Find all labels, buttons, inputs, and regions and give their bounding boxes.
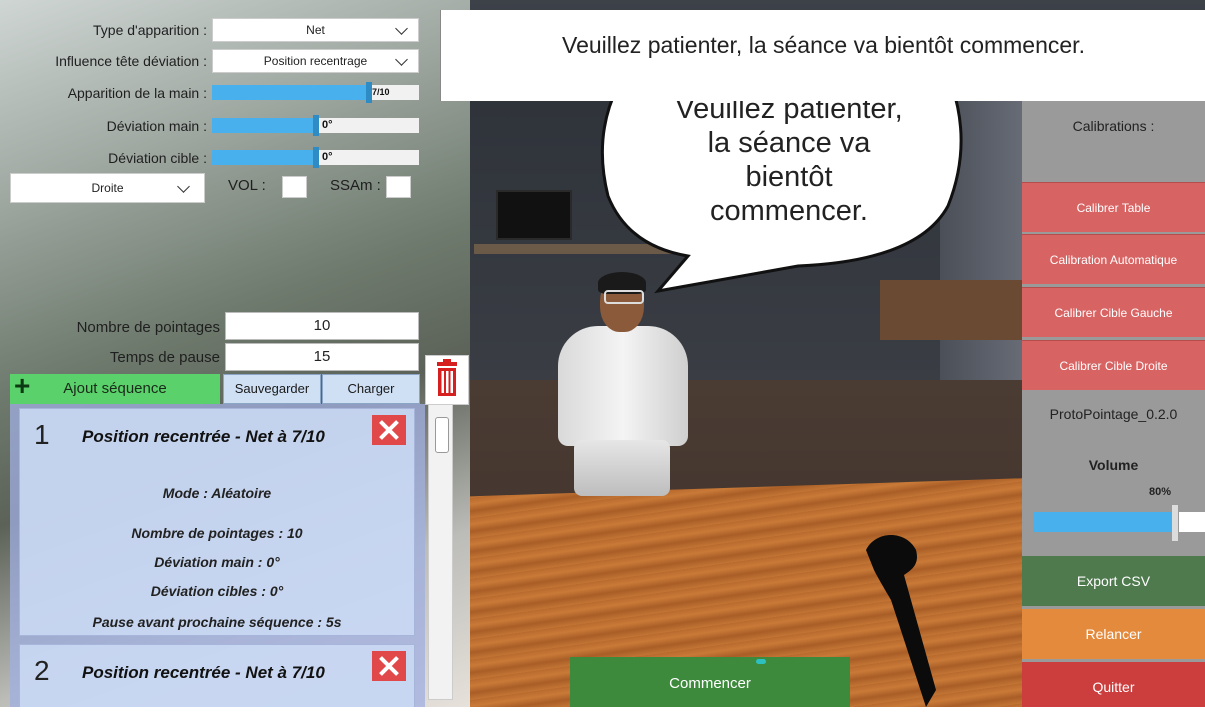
vol-label: VOL : xyxy=(228,177,266,194)
apparition-main-slider[interactable]: 7/10 xyxy=(212,82,419,103)
type-apparition-value: Net xyxy=(306,23,325,37)
vol-input[interactable] xyxy=(282,176,307,198)
plus-icon: + xyxy=(14,370,31,401)
sequence-list[interactable]: 1 Position recentrée - Net à 7/10 Mode :… xyxy=(10,404,425,707)
type-apparition-label: Type d'apparition : xyxy=(93,22,207,38)
avatar-patient xyxy=(548,270,698,500)
slider-fill xyxy=(212,118,313,133)
sequence-mode: Mode : Aléatoire xyxy=(162,485,272,501)
chevron-down-icon xyxy=(177,180,190,193)
sequence-number: 2 xyxy=(34,655,50,686)
nb-pointages-input[interactable]: 10 xyxy=(225,312,419,340)
nb-pointages-label: Nombre de pointages xyxy=(76,319,220,336)
side-value: Droite xyxy=(91,181,124,195)
save-button[interactable]: Sauvegarder xyxy=(223,374,321,404)
slider-fill xyxy=(1033,512,1171,532)
calibrations-label: Calibrations : xyxy=(1072,118,1155,134)
monitor xyxy=(496,190,572,240)
slider-fill xyxy=(212,85,366,100)
sequence-title: Position recentrée - Net à 7/10 xyxy=(82,663,325,682)
volume-slider[interactable] xyxy=(1033,504,1205,542)
start-button[interactable]: Commencer xyxy=(570,657,850,707)
speech-bubble: Veuillez patienter, la séance va bientôt… xyxy=(598,86,972,294)
load-button[interactable]: Charger xyxy=(322,374,420,404)
apparition-main-label: Apparition de la main : xyxy=(67,85,207,101)
calibrer-cible-gauche-button[interactable]: Calibrer Cible Gauche xyxy=(1022,287,1205,337)
deviation-cible-slider[interactable]: 0° xyxy=(212,147,419,168)
chevron-down-icon xyxy=(395,22,408,35)
deviation-main-value: 0° xyxy=(322,119,333,131)
sequence-nb-pointages: Nombre de pointages : 10 xyxy=(131,525,303,541)
calibration-automatique-button[interactable]: Calibration Automatique xyxy=(1022,234,1205,284)
deviation-main-slider[interactable]: 0° xyxy=(212,115,419,136)
calibrer-table-button[interactable]: Calibrer Table xyxy=(1022,182,1205,232)
quitter-button[interactable]: Quitter xyxy=(1022,662,1205,707)
volume-label: Volume xyxy=(1088,457,1139,473)
sequence-pause: Pause avant prochaine séquence : 5s xyxy=(92,614,342,630)
sequence-number: 1 xyxy=(34,419,50,450)
sequence-card[interactable]: 1 Position recentrée - Net à 7/10 Mode :… xyxy=(19,408,415,636)
sequence-title: Position recentrée - Net à 7/10 xyxy=(82,427,325,446)
status-banner: Veuillez patienter, la séance va bientôt… xyxy=(440,10,1205,101)
indicator-dot xyxy=(756,659,766,664)
delete-sequence-button[interactable] xyxy=(372,651,406,681)
slider-handle[interactable] xyxy=(313,147,319,168)
type-apparition-dropdown[interactable]: Net xyxy=(212,18,419,42)
version-label: ProtoPointage_0.2.0 xyxy=(1049,406,1178,422)
banner-message: Veuillez patienter, la séance va bientôt… xyxy=(562,32,1085,58)
slider-handle[interactable] xyxy=(313,115,319,136)
add-sequence-button[interactable]: + Ajout séquence xyxy=(10,370,220,404)
influence-dropdown[interactable]: Position recentrage xyxy=(212,49,419,73)
slider-fill xyxy=(212,150,313,165)
volume-value: 80% xyxy=(1148,486,1172,498)
bubble-line-2: la séance va xyxy=(707,127,871,159)
add-sequence-label: Ajout séquence xyxy=(63,380,167,397)
side-dropdown[interactable]: Droite xyxy=(10,173,205,203)
deviation-main-label: Déviation main : xyxy=(106,118,207,134)
apparition-main-value: 7/10 xyxy=(372,87,390,97)
slider-handle[interactable] xyxy=(1171,504,1179,542)
virtual-hand xyxy=(866,535,936,707)
sequence-card[interactable]: 2 Position recentrée - Net à 7/10 xyxy=(19,644,415,707)
influence-value: Position recentrage xyxy=(263,54,368,68)
delete-sequence-button[interactable] xyxy=(372,415,406,445)
relancer-button[interactable]: Relancer xyxy=(1022,609,1205,659)
temps-pause-label: Temps de pause xyxy=(109,349,220,366)
chevron-down-icon xyxy=(395,53,408,66)
bubble-line-4: commencer. xyxy=(710,195,868,227)
scrollbar-thumb[interactable] xyxy=(435,417,449,453)
deviation-cible-value: 0° xyxy=(322,151,333,163)
export-csv-button[interactable]: Export CSV xyxy=(1022,556,1205,606)
sequence-deviation-main: Déviation main : 0° xyxy=(154,554,280,570)
trash-icon xyxy=(437,359,457,396)
delete-all-button[interactable] xyxy=(425,355,469,405)
influence-label: Influence tête déviation : xyxy=(55,53,207,69)
ssam-input[interactable] xyxy=(386,176,411,198)
start-button-label: Commencer xyxy=(669,675,751,692)
calibrer-cible-droite-button[interactable]: Calibrer Cible Droite xyxy=(1022,340,1205,390)
sequence-scrollbar[interactable] xyxy=(428,404,453,700)
sequence-deviation-cibles: Déviation cibles : 0° xyxy=(150,583,284,599)
deviation-cible-label: Déviation cible : xyxy=(108,150,207,166)
bubble-line-3: bientôt xyxy=(745,161,833,193)
ssam-label: SSAm : xyxy=(330,177,381,194)
temps-pause-input[interactable]: 15 xyxy=(225,343,419,371)
